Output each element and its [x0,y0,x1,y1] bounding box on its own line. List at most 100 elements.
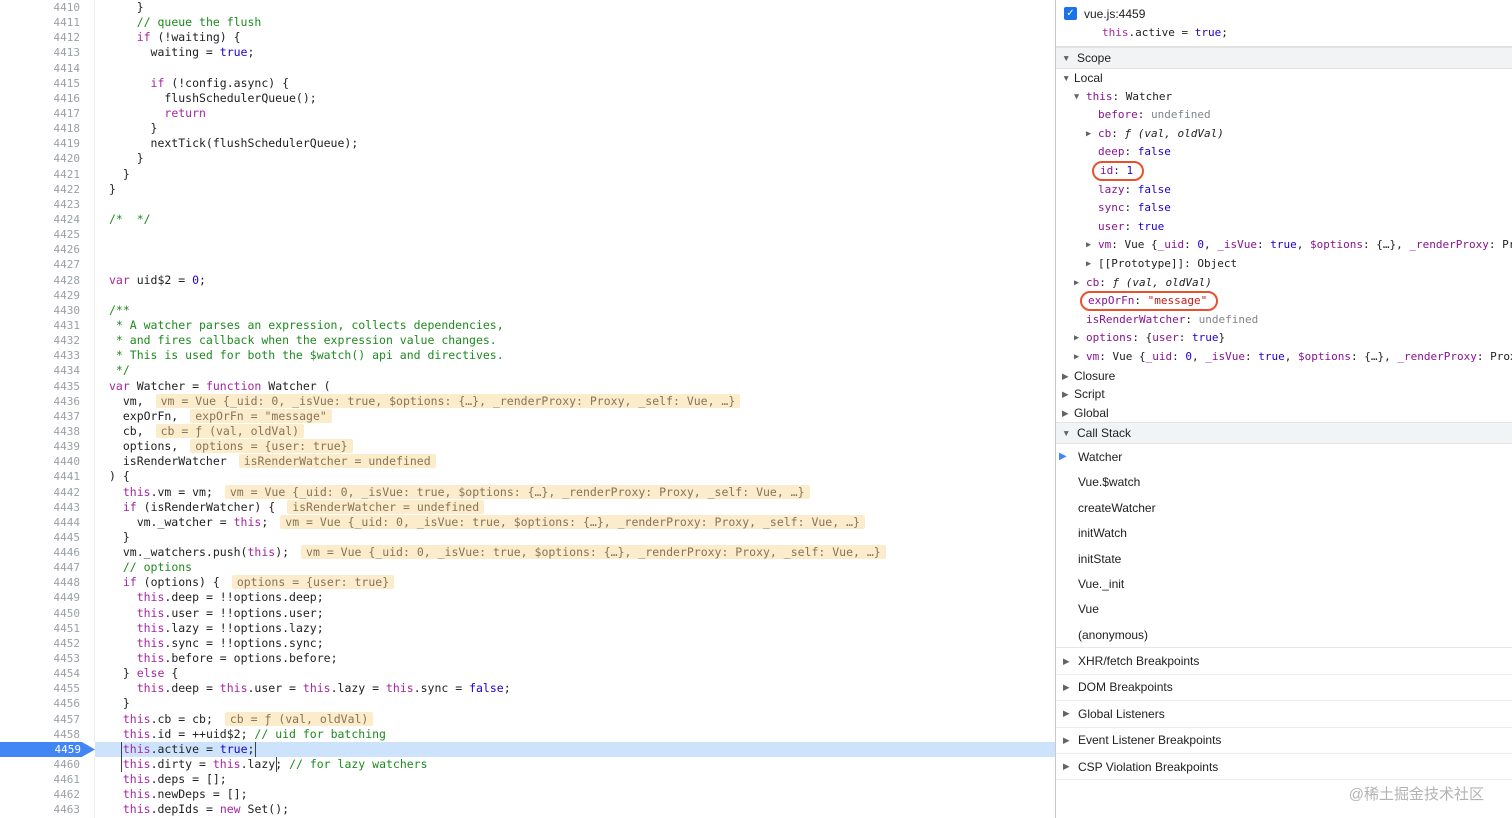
line-number[interactable]: 4423 [0,196,95,212]
line-number[interactable]: 4421 [0,166,95,182]
line-number[interactable]: 4417 [0,105,95,122]
line-number[interactable]: 4455 [0,681,95,697]
call-stack-frame[interactable]: initState [1056,546,1512,571]
call-stack-frame[interactable]: initWatch [1056,520,1512,545]
scope-var-vm[interactable]: ▶ vm: Vue {_uid: 0, _isVue: true, $option… [1056,348,1512,367]
scope-prop-vm[interactable]: ▶ vm: Vue {_uid: 0, _isVue: true, $option… [1056,236,1512,255]
line-number[interactable]: 4460 [0,757,95,773]
line-number[interactable]: 4458 [0,726,95,742]
line-number[interactable]: 4412 [0,30,95,46]
scope-global[interactable]: ▶ Global [1056,404,1512,423]
call-stack-frame[interactable]: Vue.$watch [1056,470,1512,495]
line-number[interactable]: 4414 [0,60,95,76]
chevron-down-icon[interactable]: ▼ [1062,69,1074,88]
sidebar-section-event-listener-breakpoints[interactable]: ▶ Event Listener Breakpoints [1056,728,1512,754]
line-number[interactable]: 4449 [0,590,95,606]
code-line: 4420 } [0,151,1055,167]
line-number[interactable]: 4433 [0,348,95,364]
line-number[interactable]: 4443 [0,499,95,515]
line-number[interactable]: 4416 [0,90,95,106]
code-text: vm._watcher = this; vm = Vue {_uid: 0, _i… [95,514,1055,530]
scope-local[interactable]: ▼ Local [1056,69,1512,88]
line-number[interactable]: 4454 [0,666,95,682]
line-number[interactable]: 4440 [0,454,95,470]
call-stack-frame[interactable]: createWatcher [1056,495,1512,520]
line-number[interactable]: 4447 [0,560,95,576]
line-number[interactable]: 4461 [0,772,95,788]
line-number[interactable]: 4430 [0,302,95,318]
line-number[interactable]: 4439 [0,439,95,455]
line-number[interactable]: 4422 [0,181,95,197]
line-number[interactable]: 4424 [0,211,95,228]
line-number[interactable]: 4452 [0,635,95,652]
line-number[interactable]: 4410 [0,0,95,16]
line-number[interactable]: 4426 [0,242,95,258]
scope-prop-prototype[interactable]: ▶ [[Prototype]]: Object [1056,255,1512,274]
breakpoint-checkbox[interactable]: ✓ [1064,7,1077,20]
code-text: * and fires callback when the expression… [109,333,497,348]
scope-script[interactable]: ▶ Script [1056,385,1512,404]
scope-section-header[interactable]: ▼ Scope [1056,47,1512,69]
chevron-right-icon[interactable]: ▶ [1086,255,1098,274]
chevron-right-icon[interactable]: ▶ [1074,329,1086,348]
breakpoint-entry[interactable]: ✓ vue.js:4459 this.active = true; [1056,0,1512,47]
sidebar-section-dom-breakpoints[interactable]: ▶ DOM Breakpoints [1056,675,1512,702]
call-stack-frame[interactable]: (anonymous) [1056,622,1512,647]
line-number[interactable]: 4456 [0,696,95,712]
line-number[interactable]: 4419 [0,136,95,152]
chevron-right-icon[interactable]: ▶ [1062,367,1074,386]
call-stack-frame[interactable]: ▶ Watcher [1056,444,1512,469]
scope-this[interactable]: ▼ this: Watcher [1056,88,1512,107]
chevron-right-icon[interactable]: ▶ [1062,385,1074,404]
line-number[interactable]: 4413 [0,45,95,61]
call-stack-frame[interactable]: Vue [1056,597,1512,622]
line-number[interactable]: 4441 [0,469,95,485]
scope-prop-cb[interactable]: ▶ cb: ƒ (val, oldVal) [1056,125,1512,144]
line-number[interactable]: 4450 [0,605,95,621]
line-number[interactable]: 4431 [0,317,95,334]
line-number[interactable]: 4428 [0,272,95,288]
line-number[interactable]: 4411 [0,15,95,31]
line-number[interactable]: 4429 [0,287,95,303]
line-number[interactable]: 4427 [0,257,95,273]
line-number[interactable]: 4451 [0,620,95,636]
line-number[interactable]: 4437 [0,408,95,424]
call-stack-frame[interactable]: Vue._init [1056,571,1512,596]
inline-value-hint: isRenderWatcher = undefined [238,454,436,469]
line-number[interactable]: 4463 [0,802,95,818]
scope-var-cb[interactable]: ▶ cb: ƒ (val, oldVal) [1056,274,1512,293]
chevron-right-icon[interactable]: ▶ [1086,236,1098,255]
chevron-right-icon[interactable]: ▶ [1062,404,1074,423]
chevron-right-icon[interactable]: ▶ [1086,125,1098,144]
sidebar-section-csp-violation-breakpoints[interactable]: ▶ CSP Violation Breakpoints [1056,754,1512,781]
line-number[interactable]: 4438 [0,423,95,440]
scope-closure[interactable]: ▶ Closure [1056,367,1512,386]
chevron-right-icon[interactable]: ▶ [1074,274,1086,293]
scope-var-options[interactable]: ▶ options: {user: true} [1056,329,1512,348]
line-number[interactable]: 4442 [0,484,95,500]
line-number[interactable]: 4420 [0,151,95,167]
line-number[interactable]: 4434 [0,363,95,379]
line-number[interactable]: 4436 [0,393,95,409]
line-number[interactable]: 4418 [0,121,95,137]
line-number[interactable]: 4415 [0,75,95,91]
line-number[interactable]: 4444 [0,514,95,530]
sidebar-section-global-listeners[interactable]: ▶ Global Listeners [1056,701,1512,728]
line-number[interactable]: 4453 [0,651,95,667]
line-number[interactable]: 4435 [0,378,95,394]
line-number[interactable]: 4448 [0,575,95,591]
code-line: 4461 this.deps = []; [0,772,1055,788]
line-number[interactable]: 4445 [0,529,95,546]
line-number[interactable]: 4446 [0,545,95,561]
chevron-down-icon[interactable]: ▼ [1074,88,1086,107]
callstack-section-header[interactable]: ▼ Call Stack [1056,422,1512,445]
code-text: } [109,151,144,166]
line-number[interactable]: 4462 [0,787,95,803]
line-number[interactable]: 4432 [0,333,95,349]
chevron-right-icon[interactable]: ▶ [1074,348,1086,367]
sidebar-section-xhr-fetch-breakpoints[interactable]: ▶ XHR/fetch Breakpoints [1056,648,1512,675]
code-text: this.depIds = new Set(); [122,802,290,817]
line-number[interactable]: 4457 [0,711,95,727]
line-number[interactable]: 4425 [0,227,95,243]
execution-line-number[interactable]: 4459 [0,741,95,758]
